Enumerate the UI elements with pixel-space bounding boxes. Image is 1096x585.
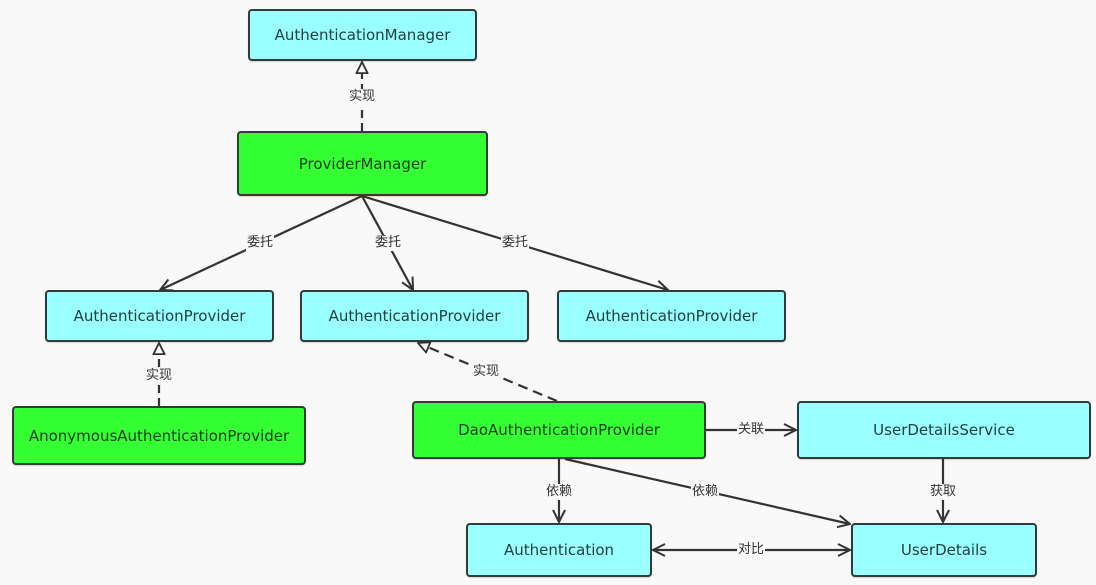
edge-label-implements: 实现 xyxy=(144,368,174,384)
edge-label-compares: 对比 xyxy=(736,542,766,558)
node-label: AuthenticationProvider xyxy=(585,307,758,325)
node-label: AnonymousAuthenticationProvider xyxy=(28,426,290,445)
node-label: AuthenticationProvider xyxy=(328,307,501,325)
node-authentication-provider-3[interactable]: AuthenticationProvider xyxy=(557,290,786,342)
edge-label-delegates: 委托 xyxy=(245,235,275,251)
node-label: AuthenticationProvider xyxy=(73,307,246,325)
edge-label-delegates: 委托 xyxy=(500,235,530,251)
node-user-details[interactable]: UserDetails xyxy=(851,523,1037,577)
node-label: AuthenticationManager xyxy=(274,26,451,44)
node-authentication[interactable]: Authentication xyxy=(466,523,652,577)
edge-label-depends: 依赖 xyxy=(544,484,574,500)
node-label: UserDetailsService xyxy=(873,421,1015,439)
node-label: UserDetails xyxy=(900,541,988,559)
edge-label-implements: 实现 xyxy=(347,89,377,105)
edge-label-obtains: 获取 xyxy=(928,484,958,500)
node-dao-authentication-provider[interactable]: DaoAuthenticationProvider xyxy=(412,401,706,459)
node-provider-manager[interactable]: ProviderManager xyxy=(237,131,488,196)
node-authentication-manager[interactable]: AuthenticationManager xyxy=(248,9,477,61)
node-user-details-service[interactable]: UserDetailsService xyxy=(797,401,1091,459)
node-authentication-provider-1[interactable]: AuthenticationProvider xyxy=(45,290,274,342)
node-label: ProviderManager xyxy=(298,154,427,173)
node-label: DaoAuthenticationProvider xyxy=(458,421,660,439)
edge-label-depends: 依赖 xyxy=(690,484,720,500)
edge-label-implements: 实现 xyxy=(471,364,501,380)
node-anonymous-authentication-provider[interactable]: AnonymousAuthenticationProvider xyxy=(12,406,306,465)
edge-label-associates: 关联 xyxy=(736,422,766,438)
node-label: Authentication xyxy=(503,541,615,559)
node-authentication-provider-2[interactable]: AuthenticationProvider xyxy=(300,290,529,342)
edge-label-delegates: 委托 xyxy=(373,235,403,251)
